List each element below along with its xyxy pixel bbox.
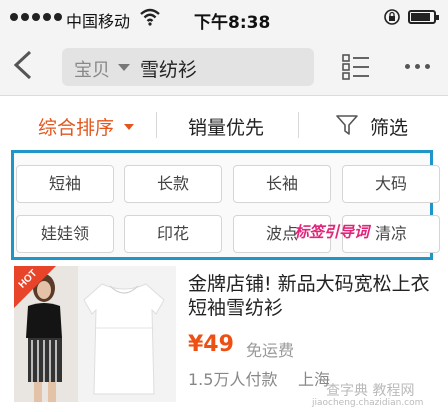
wifi-icon [140, 8, 160, 26]
tag-chip[interactable]: 大码 [342, 165, 440, 203]
caret-down-icon[interactable] [118, 64, 130, 71]
tag-chip[interactable]: 短袖 [16, 165, 114, 203]
battery-icon [408, 10, 439, 24]
more-dots-icon[interactable] [405, 64, 430, 69]
watermark-url: jiaocheng.chazidian.com [312, 398, 424, 408]
hot-badge-icon: HOT [14, 266, 56, 308]
carrier-name: 中国移动 [66, 12, 131, 31]
list-view-icon[interactable] [342, 54, 370, 80]
funnel-icon[interactable] [336, 114, 358, 136]
back-chevron-icon[interactable] [12, 50, 34, 80]
tag-guide-panel: 短袖 长款 长袖 大码 娃娃领 印花 波点 清凉 [11, 150, 440, 260]
status-bar: 中国移动 下午8:38 [0, 0, 448, 34]
tag-chip[interactable]: 印花 [124, 215, 222, 253]
shipping-info: 免运费 [246, 341, 295, 360]
caret-down-icon[interactable] [124, 124, 134, 130]
divider [156, 112, 157, 138]
buyer-count: 1.5万人付款 [188, 370, 278, 389]
tag-chip[interactable]: 娃娃领 [16, 215, 114, 253]
battery-level [411, 13, 430, 21]
tag-chip[interactable]: 长款 [124, 165, 222, 203]
sort-default-tab[interactable]: 综合排序 [38, 113, 114, 140]
product-price: ¥49 [188, 332, 234, 357]
tag-chip[interactable]: 长袖 [233, 165, 331, 203]
tag-annotation-label: 标签引导词 [294, 223, 370, 241]
sort-sales-tab[interactable]: 销量优先 [188, 113, 264, 140]
product-title[interactable]: 金牌店铺! 新品大码宽松上衣短袖雪纺衫 [188, 272, 440, 320]
signal-strength-icon [10, 13, 62, 21]
nav-bar: 宝贝 雪纺衫 [0, 34, 448, 96]
rotation-lock-icon [384, 9, 400, 25]
divider [298, 112, 299, 138]
filter-button[interactable]: 筛选 [370, 113, 408, 140]
watermark: 查字典 教程网 [326, 383, 415, 399]
search-query-text[interactable]: 雪纺衫 [140, 55, 197, 82]
search-scope-selector[interactable]: 宝贝 [74, 56, 110, 82]
search-input[interactable]: 宝贝 雪纺衫 [62, 48, 314, 86]
sort-bar: 综合排序 销量优先 筛选 [0, 96, 448, 154]
status-time: 下午8:38 [194, 13, 271, 33]
